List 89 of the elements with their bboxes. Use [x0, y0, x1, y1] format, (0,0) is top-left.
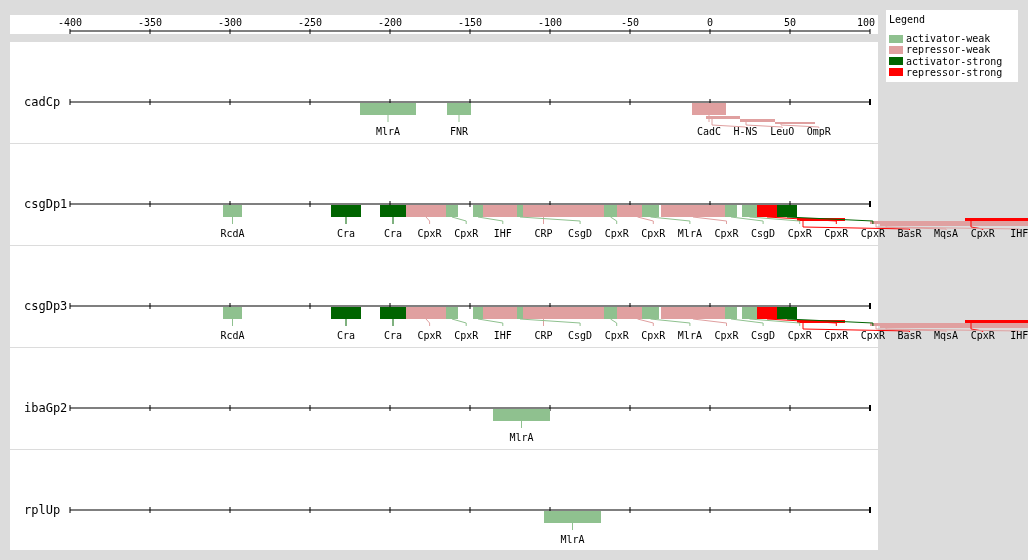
site-label: RcdA	[220, 228, 245, 239]
site-label: MlrA	[677, 228, 702, 239]
site-label: BasR	[897, 330, 922, 341]
legend-label: activator-weak	[906, 33, 991, 45]
leader-line	[572, 522, 573, 531]
site-label: CpxR	[714, 228, 739, 239]
site-label: MlrA	[677, 330, 702, 341]
site-label: MqsA	[934, 228, 959, 239]
site-label: IHF	[1010, 330, 1028, 341]
site-label: CpxR	[860, 330, 885, 341]
leader-line	[345, 216, 347, 225]
legend-label: repressor-strong	[906, 66, 1003, 78]
axis-tick-label: -50	[620, 17, 640, 28]
site-label: Cra	[336, 228, 356, 239]
site-label: IHF	[1010, 228, 1028, 239]
site-label: FNR	[449, 126, 469, 137]
axis-tick-label: 0	[707, 17, 713, 28]
legend-title: Legend	[889, 14, 927, 25]
leader-line	[477, 318, 504, 327]
leader-line	[610, 216, 618, 225]
site-label: CpxR	[454, 228, 479, 239]
promoter-name: rplUp	[24, 503, 61, 517]
leader-line	[387, 114, 389, 123]
site-label: H-NS	[733, 126, 758, 137]
site-label: CpxR	[604, 228, 629, 239]
site-label: CpxR	[641, 228, 666, 239]
leader-line	[692, 216, 727, 225]
site-label: CpxR	[970, 330, 995, 341]
site-label: CpxR	[641, 330, 666, 341]
leader-line	[232, 216, 233, 225]
site-label: CpxR	[787, 330, 812, 341]
site-label: CpxR	[604, 330, 629, 341]
site-label: CpxR	[824, 228, 849, 239]
leader-line	[610, 318, 618, 327]
leader-line	[521, 420, 522, 429]
site-label: CsgD	[568, 330, 593, 341]
site-label: IHF	[493, 330, 512, 341]
site-label: CRP	[534, 228, 553, 239]
site-label: CRP	[534, 330, 553, 341]
site-label: MqsA	[934, 330, 959, 341]
leader-line	[692, 318, 727, 327]
leader-line	[451, 216, 467, 225]
axis-tick-label: -100	[537, 17, 563, 28]
leader-line	[451, 318, 467, 327]
leader-line	[392, 216, 394, 225]
promoter-name: ibaGp2	[24, 401, 68, 415]
site-label: CpxR	[824, 330, 849, 341]
site-label: CsgD	[751, 228, 776, 239]
axis-tick-label: -150	[457, 17, 483, 28]
legend-label: activator-strong	[906, 55, 1003, 67]
site-label: Cra	[336, 330, 356, 341]
site-label: CpxR	[714, 330, 739, 341]
promoter-name: csgDp3	[24, 299, 68, 313]
site-label: Cra	[383, 330, 403, 341]
promoter-name: csgDp1	[24, 197, 68, 211]
site-label: Cra	[383, 228, 403, 239]
axis-tick-label: -200	[377, 17, 403, 28]
leader-line	[425, 318, 431, 327]
site-label: CpxR	[970, 228, 995, 239]
axis-tick-label: -400	[57, 17, 83, 28]
axis-tick-label: 50	[784, 17, 796, 28]
leader-line	[232, 318, 233, 327]
site-label: CpxR	[417, 330, 442, 341]
legend-label: repressor-weak	[906, 44, 991, 56]
site-label: RcdA	[220, 330, 245, 341]
axis-tick-label: -350	[137, 17, 163, 28]
site-label: CpxR	[454, 330, 479, 341]
promoter-name: cadCp	[24, 95, 61, 109]
site-label: MlrA	[509, 432, 534, 443]
leader-line	[477, 216, 504, 225]
site-label: CsgD	[751, 330, 776, 341]
site-label: MlrA	[375, 126, 401, 137]
axis-tick-label: -300	[217, 17, 243, 28]
site-label: CpxR	[787, 228, 812, 239]
site-label: BasR	[897, 228, 922, 239]
axis-tick-label: -250	[297, 17, 323, 28]
site-label: MlrA	[560, 534, 585, 545]
site-label: IHF	[493, 228, 512, 239]
site-label: CadC	[696, 126, 722, 137]
site-label: LeuO	[770, 126, 795, 137]
leader-line	[458, 114, 460, 123]
leader-line	[425, 216, 431, 225]
leader-line	[345, 318, 347, 327]
axis-tick-label: 100	[856, 17, 875, 28]
site-label: CpxR	[860, 228, 885, 239]
site-label: OmpR	[806, 126, 831, 137]
site-label: CsgD	[568, 228, 593, 239]
site-label: CpxR	[417, 228, 442, 239]
leader-line	[392, 318, 394, 327]
